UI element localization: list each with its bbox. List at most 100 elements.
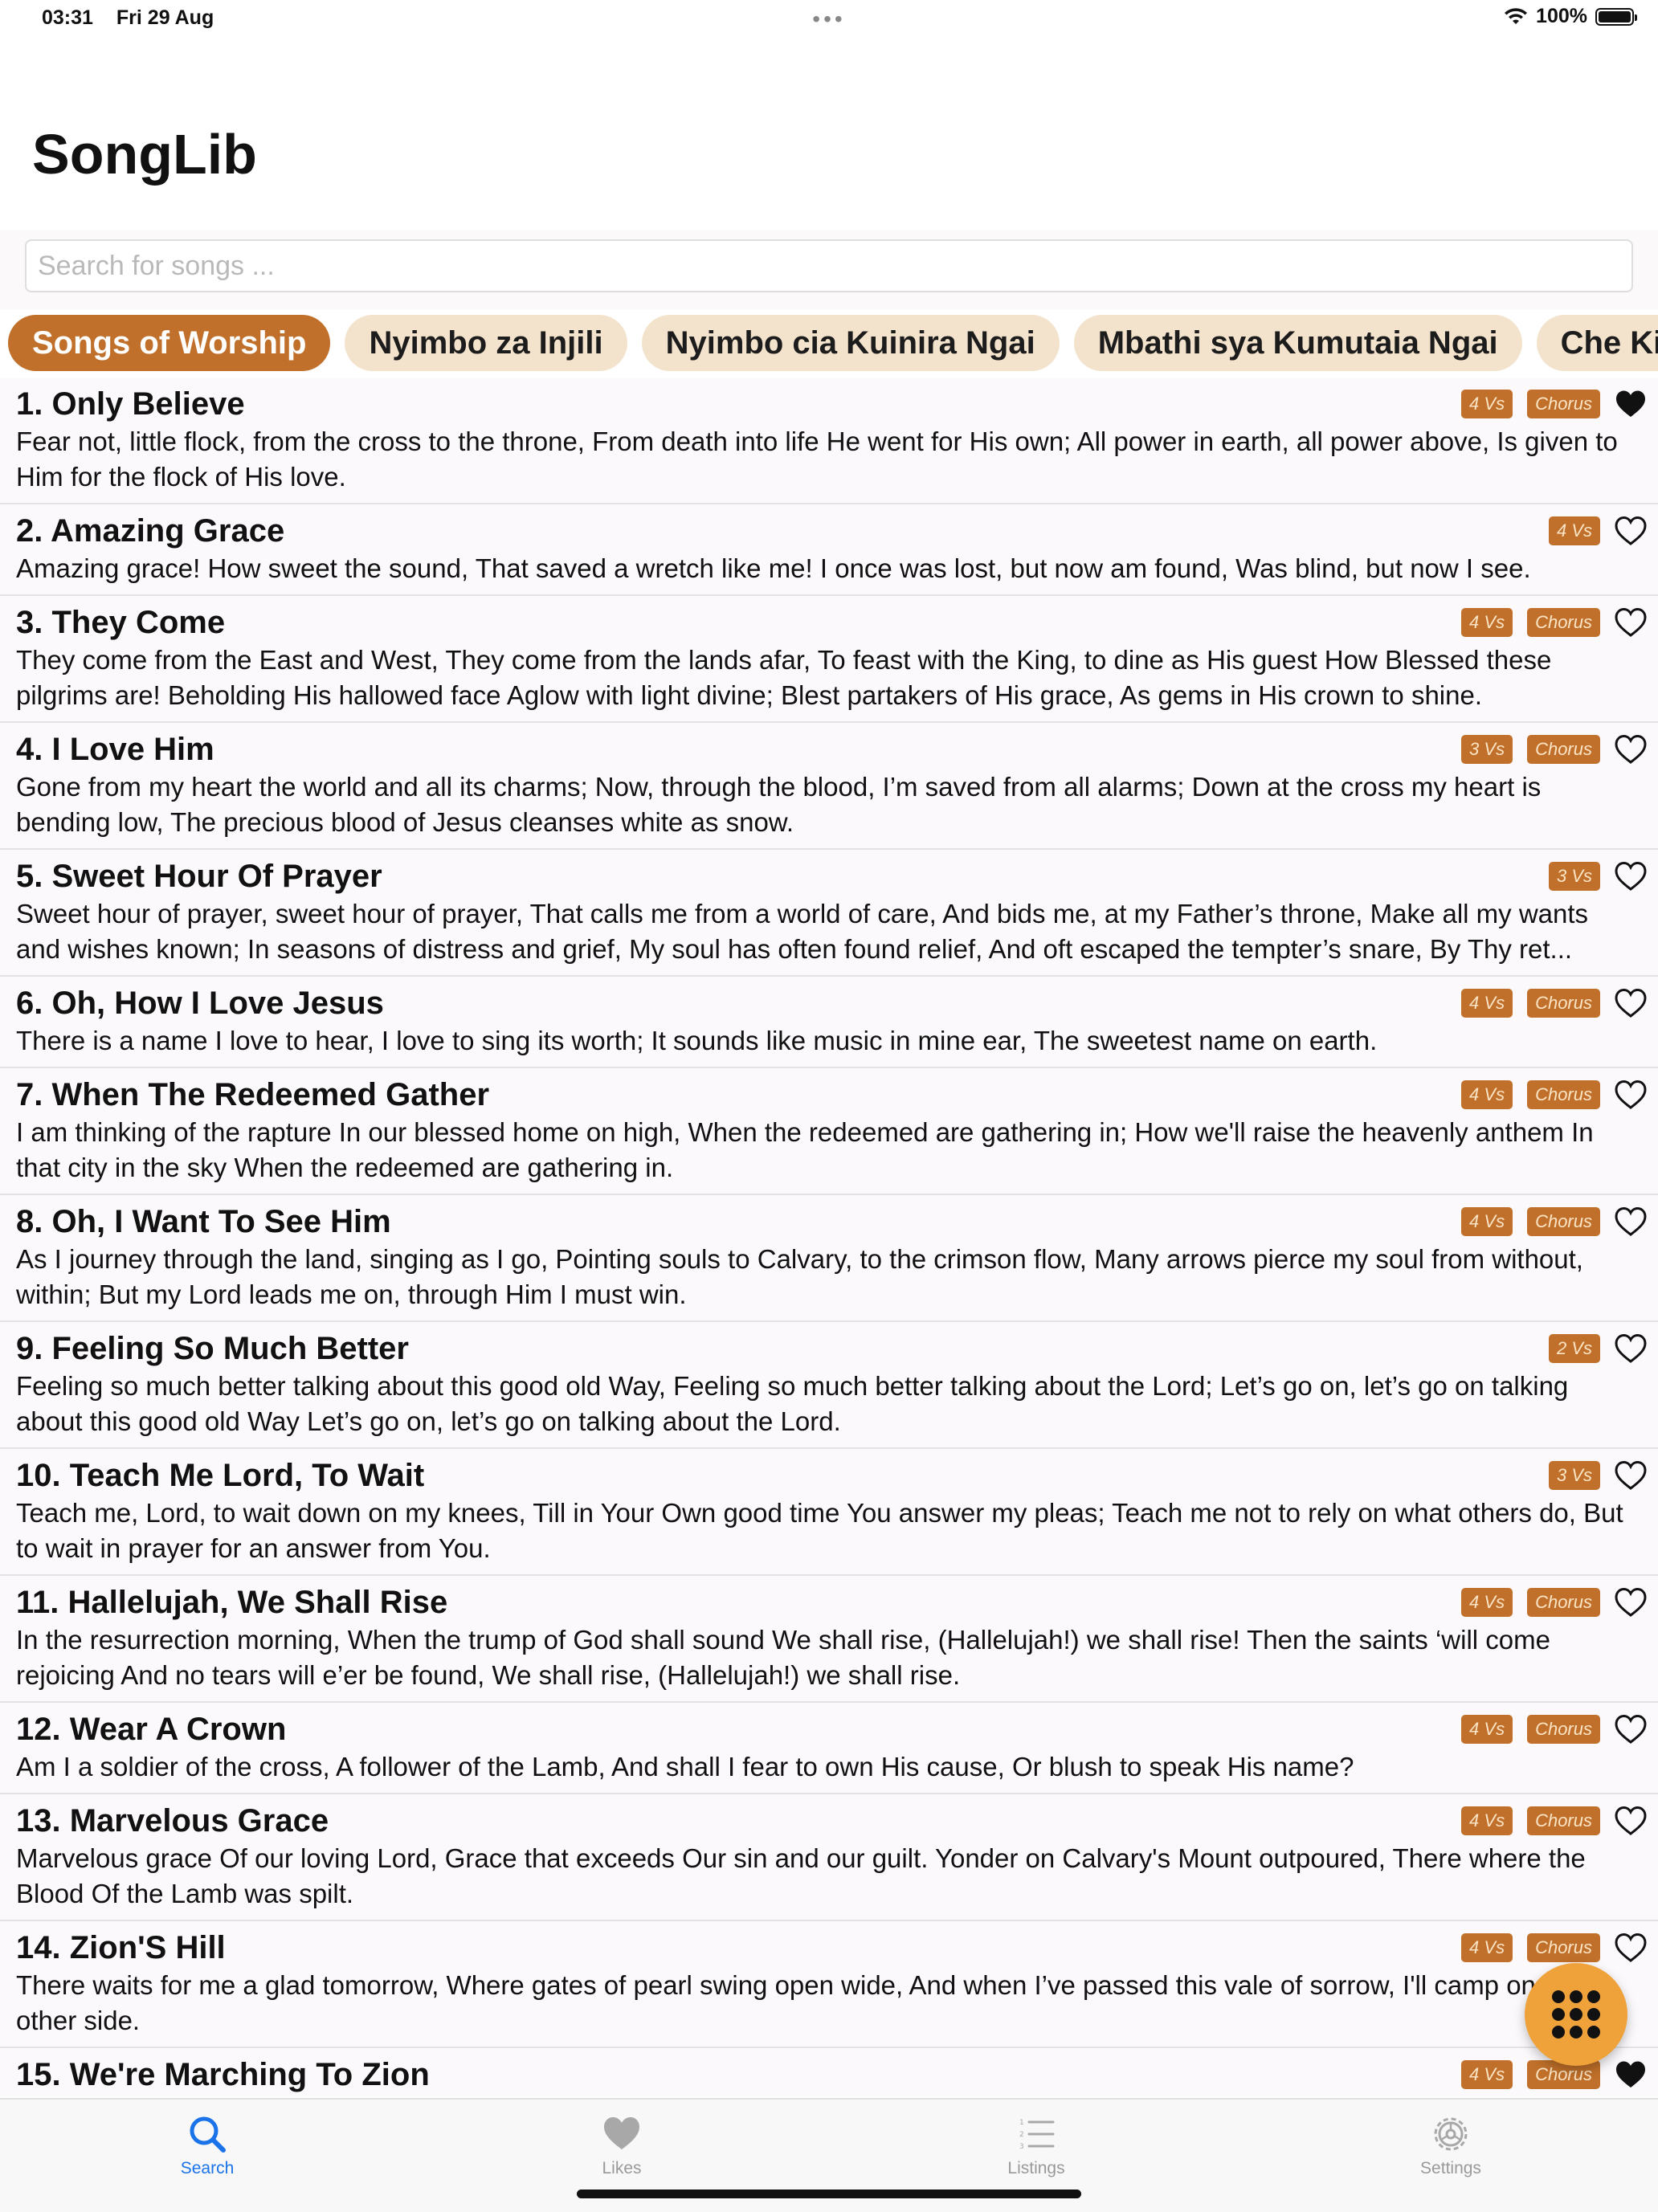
- tab-likes-label: Likes: [602, 2159, 642, 2177]
- heart-outline-icon[interactable]: [1615, 1714, 1647, 1745]
- song-row[interactable]: 11. Hallelujah, We Shall Rise 4 Vs Chorus I…: [0, 1576, 1658, 1703]
- song-badges: 4 Vs Chorus: [1461, 1587, 1647, 1618]
- song-row[interactable]: 10. Teach Me Lord, To Wait 3 Vs Teach me, …: [0, 1449, 1658, 1576]
- verse-count-badge: 4 Vs: [1461, 1806, 1513, 1835]
- book-tab[interactable]: Mbathi sya Kumutaia Ngai: [1073, 315, 1522, 371]
- chorus-badge: Chorus: [1527, 1588, 1600, 1617]
- song-title: 15. We're Marching To Zion: [16, 2057, 430, 2092]
- home-indicator[interactable]: [577, 2190, 1081, 2198]
- multitasking-dots-icon[interactable]: •••: [812, 8, 845, 31]
- book-tab[interactable]: Songs of Worship: [8, 315, 331, 371]
- song-title: 2. Amazing Grace: [16, 513, 285, 549]
- chorus-badge: Chorus: [1527, 1715, 1600, 1744]
- heart-outline-icon[interactable]: [1615, 1206, 1647, 1237]
- book-tab[interactable]: Nyimbo cia Kuinira Ngai: [641, 315, 1060, 371]
- song-row[interactable]: 8. Oh, I Want To See Him 4 Vs Chorus As I j…: [0, 1195, 1658, 1322]
- chorus-badge: Chorus: [1527, 735, 1600, 764]
- heart-outline-icon[interactable]: [1615, 1806, 1647, 1836]
- song-title: 7. When The Redeemed Gather: [16, 1077, 490, 1112]
- song-badges: 4 Vs Chorus: [1461, 1079, 1647, 1110]
- song-row[interactable]: 6. Oh, How I Love Jesus 4 Vs Chorus There i…: [0, 977, 1658, 1068]
- svg-text:2: 2: [1019, 2131, 1024, 2139]
- verse-count-badge: 4 Vs: [1461, 1715, 1513, 1744]
- verse-count-badge: 4 Vs: [1461, 1207, 1513, 1236]
- keypad-icon: [1552, 1990, 1600, 2039]
- search-icon: [190, 2116, 226, 2153]
- heart-icon: [604, 2117, 639, 2149]
- song-lyrics-preview: Amazing grace! How sweet the sound, That…: [16, 553, 1531, 583]
- song-row[interactable]: 13. Marvelous Grace 4 Vs Chorus Marvelous g…: [0, 1794, 1658, 1921]
- heart-outline-icon[interactable]: [1615, 516, 1647, 546]
- heart-outline-icon[interactable]: [1615, 1079, 1647, 1110]
- song-row[interactable]: 3. They Come 4 Vs Chorus They come from the…: [0, 596, 1658, 723]
- page-title: SongLib: [32, 123, 257, 186]
- song-lyrics-preview: Am I a soldier of the cross, A follower …: [16, 1752, 1354, 1781]
- svg-text:1: 1: [1019, 2119, 1024, 2127]
- song-row[interactable]: 15. We're Marching To Zion 4 Vs Chorus: [0, 2048, 1658, 2096]
- book-tab[interactable]: Che Kilos: [1536, 315, 1658, 371]
- chorus-badge: Chorus: [1527, 2060, 1600, 2089]
- verse-count-badge: 3 Vs: [1548, 1461, 1600, 1490]
- book-tabs: Songs of Worship Nyimbo za Injili Nyimbo c…: [8, 315, 1658, 374]
- song-lyrics-preview: Fear not, little flock, from the cross t…: [16, 426, 1618, 492]
- song-lyrics-preview: They come from the East and West, They c…: [16, 645, 1552, 710]
- heart-outline-icon[interactable]: [1615, 988, 1647, 1018]
- status-left: 03:31 Fri 29 Aug: [42, 6, 231, 30]
- chorus-badge: Chorus: [1527, 1806, 1600, 1835]
- song-lyrics-preview: Sweet hour of prayer, sweet hour of pray…: [16, 899, 1589, 964]
- verse-count-badge: 4 Vs: [1461, 1080, 1513, 1109]
- heart-outline-icon[interactable]: [1615, 1460, 1647, 1491]
- status-date: Fri 29 Aug: [116, 6, 214, 29]
- heart-filled-icon[interactable]: [1615, 2059, 1647, 2090]
- song-list[interactable]: 1. Only Believe 4 Vs Chorus Fear not, littl…: [0, 378, 1658, 2096]
- heart-outline-icon[interactable]: [1615, 1932, 1647, 1963]
- number-pad-button[interactable]: [1525, 1963, 1627, 2066]
- song-badges: 4 Vs Chorus: [1461, 1714, 1647, 1745]
- verse-count-badge: 4 Vs: [1461, 2060, 1513, 2089]
- song-row[interactable]: 7. When The Redeemed Gather 4 Vs Chorus I a…: [0, 1068, 1658, 1195]
- heart-outline-icon[interactable]: [1615, 1333, 1647, 1364]
- song-title: 6. Oh, How I Love Jesus: [16, 986, 384, 1021]
- song-badges: 4 Vs Chorus: [1461, 988, 1647, 1018]
- song-title: 13. Marvelous Grace: [16, 1803, 329, 1839]
- list-icon: 1 2 3: [1019, 2119, 1055, 2151]
- heart-outline-icon[interactable]: [1615, 861, 1647, 892]
- song-badges: 4 Vs Chorus: [1461, 2059, 1647, 2090]
- song-row[interactable]: 5. Sweet Hour Of Prayer 3 Vs Sweet hour of…: [0, 850, 1658, 977]
- heart-outline-icon[interactable]: [1615, 734, 1647, 765]
- song-row[interactable]: 12. Wear A Crown 4 Vs Chorus Am I a soldier…: [0, 1703, 1658, 1794]
- verse-count-badge: 4 Vs: [1461, 390, 1513, 418]
- song-row[interactable]: 1. Only Believe 4 Vs Chorus Fear not, littl…: [0, 378, 1658, 504]
- song-lyrics-preview: Teach me, Lord, to wait down on my knees…: [16, 1498, 1623, 1563]
- song-lyrics-preview: Gone from my heart the world and all its…: [16, 772, 1542, 837]
- heart-outline-icon[interactable]: [1615, 1587, 1647, 1618]
- wifi-icon: [1505, 7, 1528, 24]
- song-row[interactable]: 4. I Love Him 3 Vs Chorus Gone from my hear…: [0, 723, 1658, 850]
- heart-filled-icon[interactable]: [1615, 389, 1647, 419]
- verse-count-badge: 4 Vs: [1548, 516, 1600, 545]
- tab-settings[interactable]: Settings: [1244, 2100, 1658, 2212]
- song-lyrics-preview: Feeling so much better talking about thi…: [16, 1371, 1569, 1436]
- verse-count-badge: 4 Vs: [1461, 1588, 1513, 1617]
- battery-percent: 100%: [1536, 5, 1587, 27]
- song-row[interactable]: 9. Feeling So Much Better 2 Vs Feeling so …: [0, 1322, 1658, 1449]
- chorus-badge: Chorus: [1527, 1207, 1600, 1236]
- verse-count-badge: 2 Vs: [1548, 1334, 1600, 1363]
- song-lyrics-preview: There is a name I love to hear, I love t…: [16, 1026, 1378, 1055]
- chorus-badge: Chorus: [1527, 1933, 1600, 1962]
- book-tab[interactable]: Nyimbo za Injili: [345, 315, 627, 371]
- tab-search-label: Search: [180, 2159, 235, 2177]
- song-row[interactable]: 2. Amazing Grace 4 Vs Amazing grace! How s…: [0, 504, 1658, 596]
- song-row[interactable]: 14. Zion'S Hill 4 Vs Chorus There waits for…: [0, 1921, 1658, 2048]
- status-time: 03:31: [42, 6, 93, 29]
- tab-settings-label: Settings: [1420, 2159, 1481, 2177]
- song-lyrics-preview: As I journey through the land, singing a…: [16, 1244, 1583, 1309]
- song-badges: 4 Vs Chorus: [1461, 1932, 1647, 1963]
- search-input[interactable]: [25, 239, 1633, 292]
- svg-text:3: 3: [1019, 2143, 1024, 2151]
- heart-outline-icon[interactable]: [1615, 607, 1647, 638]
- tab-search[interactable]: Search: [0, 2100, 414, 2212]
- song-title: 4. I Love Him: [16, 732, 214, 767]
- song-badges: 4 Vs Chorus: [1461, 607, 1647, 638]
- chorus-badge: Chorus: [1527, 1080, 1600, 1109]
